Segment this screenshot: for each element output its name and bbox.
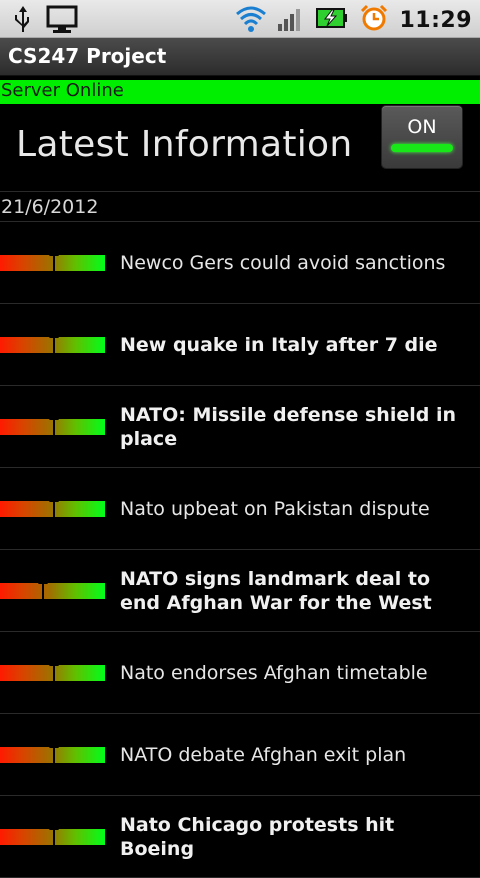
- status-bar: 11:29: [0, 0, 480, 38]
- server-status-bar: Server Online: [0, 80, 480, 104]
- sentiment-meter: [0, 823, 105, 847]
- sentiment-pointer-icon: [49, 495, 59, 519]
- sentiment-meter: [0, 413, 105, 437]
- sentiment-pointer-icon: [38, 577, 48, 601]
- sentiment-pointer-icon: [49, 823, 59, 847]
- news-list: Newco Gers could avoid sanctions New quak…: [0, 222, 480, 878]
- battery-charging-icon: [315, 3, 349, 37]
- list-item[interactable]: Nato endorses Afghan timetable: [0, 632, 480, 714]
- date-label: 21/6/2012: [1, 196, 99, 218]
- status-clock: 11:29: [399, 7, 472, 33]
- list-item[interactable]: New quake in Italy after 7 die: [0, 304, 480, 386]
- list-item[interactable]: NATO: Missile defense shield in place: [0, 386, 480, 468]
- sentiment-pointer-icon: [49, 741, 59, 765]
- list-item[interactable]: Nato Chicago protests hit Boeing: [0, 796, 480, 878]
- list-item[interactable]: NATO debate Afghan exit plan: [0, 714, 480, 796]
- news-headline: NATO: Missile defense shield in place: [120, 403, 456, 450]
- list-item[interactable]: NATO signs landmark deal to end Afghan W…: [0, 550, 480, 632]
- sentiment-meter: [0, 331, 105, 355]
- sentiment-pointer-icon: [49, 413, 59, 437]
- server-status-text: Server Online: [1, 80, 124, 101]
- monitor-icon: [46, 4, 78, 38]
- wifi-icon: [235, 3, 267, 37]
- sentiment-meter: [0, 659, 105, 683]
- section-header: Latest Information ON: [0, 104, 480, 192]
- sentiment-meter: [0, 249, 105, 273]
- news-headline: Newco Gers could avoid sanctions: [120, 251, 446, 274]
- news-headline: New quake in Italy after 7 die: [120, 333, 438, 356]
- sentiment-meter: [0, 741, 105, 765]
- alarm-clock-icon: [359, 3, 389, 37]
- news-headline: NATO debate Afghan exit plan: [120, 743, 407, 766]
- toggle-label: ON: [407, 116, 437, 138]
- list-item[interactable]: Newco Gers could avoid sanctions: [0, 222, 480, 304]
- page-title: Latest Information: [16, 124, 353, 165]
- usb-icon: [14, 4, 32, 38]
- sentiment-pointer-icon: [49, 331, 59, 355]
- date-header: 21/6/2012: [0, 191, 480, 222]
- list-item[interactable]: Nato upbeat on Pakistan dispute: [0, 468, 480, 550]
- sentiment-pointer-icon: [49, 249, 59, 273]
- app-title-bar: CS247 Project: [0, 38, 480, 76]
- sentiment-meter: [0, 495, 105, 519]
- app-title: CS247 Project: [8, 44, 167, 68]
- news-headline: Nato upbeat on Pakistan dispute: [120, 497, 430, 520]
- sentiment-meter: [0, 577, 105, 601]
- news-headline: Nato endorses Afghan timetable: [120, 661, 428, 684]
- signal-icon: [277, 3, 305, 37]
- toggle-indicator: [391, 144, 453, 152]
- news-headline: Nato Chicago protests hit Boeing: [120, 813, 395, 860]
- news-headline: NATO signs landmark deal to end Afghan W…: [120, 567, 432, 614]
- on-off-toggle-button[interactable]: ON: [382, 106, 462, 168]
- sentiment-pointer-icon: [49, 659, 59, 683]
